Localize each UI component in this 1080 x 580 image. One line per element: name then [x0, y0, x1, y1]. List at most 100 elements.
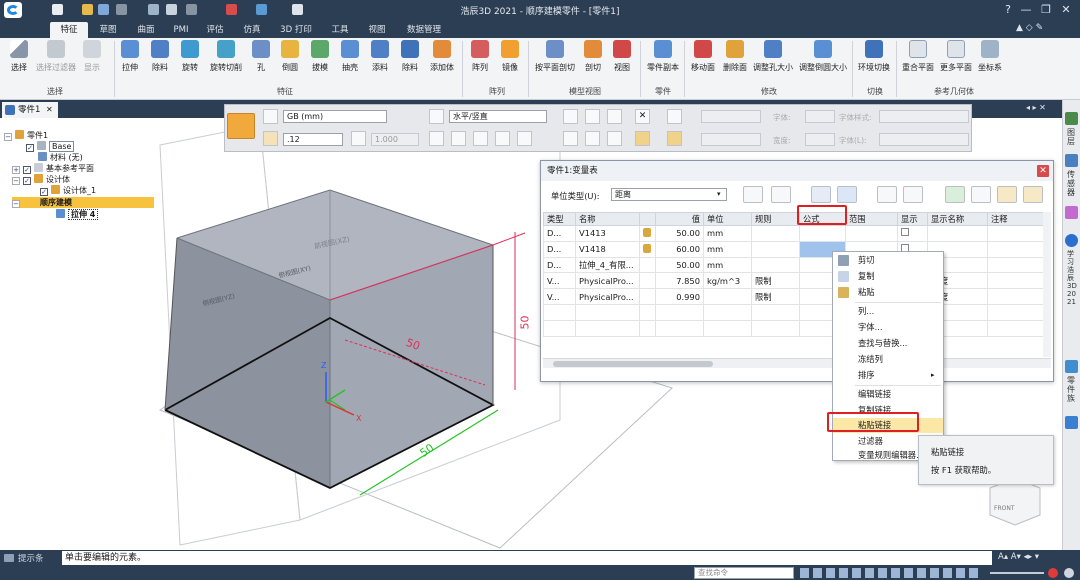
pattern-button[interactable]: 阵列 — [468, 40, 492, 73]
zoom-slider[interactable] — [990, 572, 1044, 574]
coincident-plane-button[interactable]: 重合平面 — [900, 40, 936, 73]
close-button[interactable]: ✕ — [1058, 2, 1074, 18]
lock-icon[interactable] — [643, 228, 651, 238]
layers-icon[interactable] — [1065, 112, 1078, 125]
standard-select[interactable]: GB (mm) — [283, 110, 387, 123]
mirror-button[interactable]: 镜像 — [498, 40, 522, 73]
tree-node-material[interactable]: 材料 (无) — [38, 152, 83, 163]
zoom-out-icon[interactable] — [1064, 568, 1074, 578]
tab-feature[interactable]: 特征 — [50, 22, 88, 38]
doc-window-controls[interactable]: ◂ ▸ ✕ — [1026, 103, 1046, 112]
horizontal-scrollbar[interactable] — [543, 358, 1051, 368]
tree-node-design-body[interactable]: − ✓ 设计体 — [12, 174, 70, 185]
menu-item-font[interactable]: 字体... — [833, 320, 943, 335]
table-row[interactable]: V... PhysicalPro... 7.850 kg/m^3 限制 度 — [543, 272, 1050, 290]
dimension-height[interactable]: 50 — [519, 316, 532, 330]
table-row[interactable]: V... PhysicalPro... 0.990 限制 度 — [543, 288, 1050, 305]
hole-button[interactable]: 孔 — [250, 40, 272, 73]
dim-tool-7-icon[interactable] — [585, 109, 600, 124]
environment-switch-button[interactable]: 环境切换 — [856, 40, 892, 73]
prompt-controls[interactable]: A▴ A▾ ◂▸ ▾ — [998, 552, 1039, 562]
tab-3d-print[interactable]: 3D 打印 — [272, 22, 320, 38]
display-button[interactable]: 显示 — [80, 40, 104, 73]
remove-material-button[interactable]: 除料 — [398, 40, 422, 73]
part-family-icon[interactable] — [1065, 360, 1078, 373]
menu-item-find-replace[interactable]: 查找与替换... — [833, 336, 943, 351]
col-name[interactable]: 名称 — [575, 212, 640, 226]
sensor-tab[interactable]: 传感器 — [1067, 170, 1077, 197]
round-button[interactable]: 倒圆 — [278, 40, 302, 73]
maximize-button[interactable]: ❐ — [1038, 2, 1054, 18]
dim-tool-13-icon[interactable] — [667, 109, 682, 124]
cut-button[interactable]: 除料 — [148, 40, 172, 73]
part-family-tab[interactable]: 零件族 — [1067, 376, 1077, 403]
font-select[interactable] — [701, 110, 761, 123]
display-checkbox[interactable] — [901, 228, 909, 237]
tab-evaluate[interactable]: 评估 — [198, 22, 232, 38]
sort-icon[interactable] — [743, 186, 763, 203]
function-icon[interactable] — [903, 186, 923, 203]
dim-tool-4-icon[interactable] — [495, 131, 510, 146]
dim-tool-14-icon[interactable] — [667, 131, 682, 146]
excel-icon[interactable] — [945, 186, 965, 203]
dim-tool-12-icon[interactable] — [635, 131, 650, 146]
import-icon[interactable] — [1023, 186, 1043, 203]
tree-node-sequential-modeling[interactable]: − 顺序建模 — [12, 197, 154, 208]
tree-node-part1[interactable]: − 零件1 — [4, 130, 48, 141]
learn-tab[interactable]: 学习 浩辰3D 2021 — [1067, 250, 1077, 306]
lock-icon[interactable] — [263, 131, 278, 146]
sensor-icon[interactable] — [1065, 154, 1078, 167]
tab-sketch[interactable]: 草图 — [90, 22, 126, 38]
dim-tool-3-icon[interactable] — [473, 131, 488, 146]
col-type[interactable]: 类型 — [543, 212, 576, 226]
more-planes-button[interactable]: 更多平面 — [938, 40, 974, 73]
font-field[interactable] — [805, 110, 835, 123]
dim-tool-10-icon[interactable] — [585, 131, 600, 146]
dialog-close-button[interactable]: ✕ — [1037, 165, 1049, 177]
export-icon[interactable] — [997, 186, 1017, 203]
chart-icon[interactable] — [811, 186, 831, 203]
col-value[interactable]: 值 — [655, 212, 704, 226]
dim-tool-5-icon[interactable] — [517, 131, 532, 146]
tree-node-base[interactable]: ✓ Base — [26, 141, 75, 152]
tab-surface[interactable]: 曲面 — [128, 22, 164, 38]
col-range[interactable]: 范围 — [845, 212, 898, 226]
record-button[interactable] — [1048, 568, 1058, 578]
standard-icon[interactable] — [263, 109, 278, 124]
select-filter-button[interactable]: 选择过滤器 — [34, 40, 78, 73]
lock-icon[interactable] — [643, 244, 651, 254]
col-rule[interactable]: 规则 — [751, 212, 800, 226]
coordinate-system-button[interactable]: 坐标系 — [976, 40, 1004, 73]
formula-icon[interactable] — [877, 186, 897, 203]
minimize-button[interactable]: — — [1018, 2, 1034, 18]
close-command-icon[interactable]: ✕ — [635, 109, 650, 124]
smart-dimension-icon[interactable] — [227, 113, 255, 139]
view-cube[interactable]: FRONT — [994, 505, 1015, 512]
tab-tools[interactable]: 工具 — [322, 22, 358, 38]
tree-node-base-planes[interactable]: + ✓ 基本参考平面 — [12, 163, 94, 174]
table-row[interactable]: D... V1418 60.00 mm — [543, 240, 1050, 258]
table-row[interactable]: D... V1413 50.00 mm — [543, 225, 1050, 242]
resize-hole-button[interactable]: 调整孔大小 — [751, 40, 795, 73]
tree-node-extrude-4[interactable]: 拉伸 4 — [56, 209, 99, 220]
unit-type-select[interactable]: 距离 — [611, 188, 727, 201]
menu-item-edit-link[interactable]: 编辑链接 — [833, 387, 943, 402]
tab-data-management[interactable]: 数据管理 — [396, 22, 452, 38]
plane-section-button[interactable]: 按平面剖切 — [532, 40, 578, 73]
revolve-cut-button[interactable]: 旋转切削 — [206, 40, 246, 73]
width-field[interactable] — [805, 133, 835, 146]
help-button[interactable]: ? — [1000, 2, 1016, 18]
dim-tool-8-icon[interactable] — [607, 109, 622, 124]
extrude-button[interactable]: 拉伸 — [118, 40, 142, 73]
tab-simulation[interactable]: 仿真 — [234, 22, 270, 38]
table-row[interactable]: D... 拉伸_4_有限... 50.00 mm — [543, 256, 1050, 274]
tab-view[interactable]: 视图 — [360, 22, 394, 38]
view-button[interactable]: 视图 — [610, 40, 634, 73]
menu-item-copy[interactable]: 复制 — [833, 269, 943, 284]
palette-icon[interactable] — [1065, 206, 1078, 219]
move-face-button[interactable]: 移动面 — [688, 40, 718, 73]
col-note[interactable]: 注释 — [987, 212, 1050, 226]
scale-field[interactable]: 1.000 — [371, 133, 419, 146]
menu-item-cut[interactable]: 剪切 — [833, 253, 943, 268]
layers-tab[interactable]: 图层 — [1067, 128, 1077, 146]
